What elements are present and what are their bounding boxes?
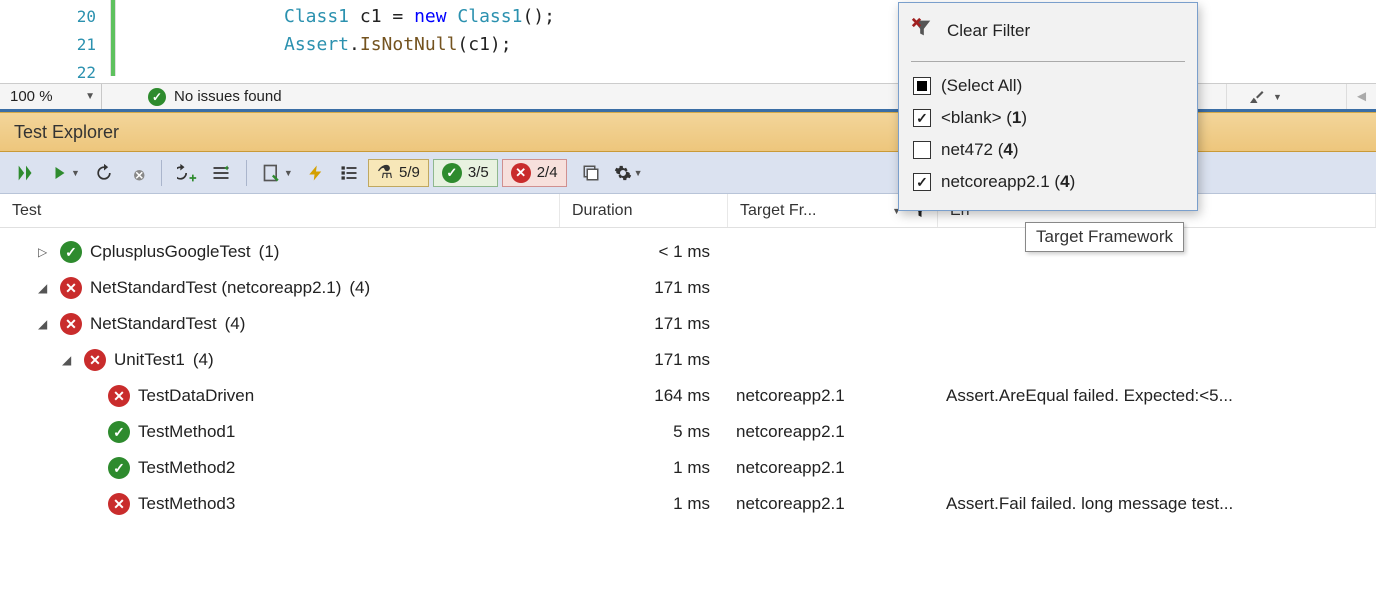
duration-cell: 1 ms xyxy=(560,486,728,522)
test-name: CplusplusGoogleTest xyxy=(90,234,251,270)
test-tree: ▷ ✓ CplusplusGoogleTest (1) < 1 ms ◢ ✕ NetStan… xyxy=(0,228,1376,522)
expand-toggle[interactable]: ◢ xyxy=(62,342,76,378)
show-in-tests-button[interactable]: ▼ xyxy=(257,158,298,188)
checkbox[interactable] xyxy=(913,77,931,95)
error-cell: Assert.Fail failed. long message test... xyxy=(938,486,1376,522)
cleanup-dropdown[interactable]: ▼ xyxy=(1226,84,1346,109)
checkbox[interactable] xyxy=(913,141,931,159)
test-row[interactable]: ◢ ✕ NetStandardTest (4) 171 ms xyxy=(0,306,1376,342)
fail-icon: ✕ xyxy=(60,313,82,335)
tooltip: Target Framework xyxy=(1025,222,1184,252)
duration-cell: < 1 ms xyxy=(560,234,728,270)
duration-cell: 171 ms xyxy=(560,270,728,306)
pass-count-pill[interactable]: ✓ 3/5 xyxy=(433,159,498,187)
fail-icon: ✕ xyxy=(60,277,82,299)
pass-icon: ✓ xyxy=(442,163,462,183)
col-test[interactable]: Test xyxy=(0,194,560,227)
test-count: (4) xyxy=(349,270,370,306)
test-name: TestMethod2 xyxy=(138,450,235,486)
test-count: (4) xyxy=(225,306,246,342)
target-cell: netcoreapp2.1 xyxy=(728,378,938,414)
test-count: (1) xyxy=(259,234,280,270)
scroll-left-icon[interactable]: ◄ xyxy=(1346,84,1376,109)
stop-button[interactable] xyxy=(123,158,151,188)
filter-label: (Select All) xyxy=(941,76,1022,96)
expand-toggle[interactable]: ▷ xyxy=(38,234,52,270)
filter-popup[interactable]: Clear Filter (Select All) <blank> (1) net4… xyxy=(898,2,1198,211)
filter-label: <blank> (1) xyxy=(941,108,1027,128)
duration-cell: 171 ms xyxy=(560,306,728,342)
pass-icon: ✓ xyxy=(108,421,130,443)
checkbox[interactable] xyxy=(913,109,931,127)
zoom-dropdown[interactable]: 100 %▼ xyxy=(0,84,102,109)
test-row[interactable]: ✕ TestDataDriven 164 msnetcoreapp2.1Assert… xyxy=(0,378,1376,414)
test-row[interactable]: ◢ ✕ UnitTest1 (4) 171 ms xyxy=(0,342,1376,378)
filter-label: netcoreapp2.1 (4) xyxy=(941,172,1075,192)
settings-button[interactable]: ▼ xyxy=(609,158,648,188)
fail-icon: ✕ xyxy=(84,349,106,371)
run-button[interactable]: ▼ xyxy=(46,158,85,188)
test-row[interactable]: ✓ TestMethod2 1 msnetcoreapp2.1 xyxy=(0,450,1376,486)
test-name: NetStandardTest xyxy=(90,306,217,342)
brush-icon xyxy=(1247,88,1265,106)
duration-cell: 171 ms xyxy=(560,342,728,378)
test-name: TestDataDriven xyxy=(138,378,254,414)
expand-toggle[interactable]: ◢ xyxy=(38,270,52,306)
duration-cell: 1 ms xyxy=(560,450,728,486)
windows-button[interactable] xyxy=(577,158,605,188)
checkbox[interactable] xyxy=(913,173,931,191)
fail-icon: ✕ xyxy=(108,493,130,515)
group-by-button[interactable] xyxy=(334,158,364,188)
profile-button[interactable] xyxy=(302,158,330,188)
fail-icon: ✕ xyxy=(511,163,531,183)
duration-cell: 164 ms xyxy=(560,378,728,414)
target-cell: netcoreapp2.1 xyxy=(728,414,938,450)
target-cell: netcoreapp2.1 xyxy=(728,486,938,522)
clear-filter-icon xyxy=(911,17,933,45)
test-row[interactable]: ◢ ✕ NetStandardTest (netcoreapp2.1) (4) 171… xyxy=(0,270,1376,306)
filter-option[interactable]: (Select All) xyxy=(913,70,1185,102)
filter-option[interactable]: net472 (4) xyxy=(913,134,1185,166)
run-all-button[interactable] xyxy=(10,158,42,188)
repeat-run-button[interactable] xyxy=(89,158,119,188)
fail-icon: ✕ xyxy=(108,385,130,407)
test-row[interactable]: ✕ TestMethod3 1 msnetcoreapp2.1Assert.Fail… xyxy=(0,486,1376,522)
target-cell: netcoreapp2.1 xyxy=(728,450,938,486)
clear-filter-button[interactable]: Clear Filter xyxy=(911,17,1185,53)
filter-option[interactable]: netcoreapp2.1 (4) xyxy=(913,166,1185,198)
total-count-pill[interactable]: ⚗ 5/9 xyxy=(368,159,429,187)
test-name: NetStandardTest (netcoreapp2.1) xyxy=(90,270,341,306)
playlist-add-button[interactable] xyxy=(172,158,202,188)
test-name: UnitTest1 xyxy=(114,342,185,378)
gear-icon xyxy=(614,164,632,182)
filter-option[interactable]: <blank> (1) xyxy=(913,102,1185,134)
test-name: TestMethod3 xyxy=(138,486,235,522)
expand-toggle[interactable]: ◢ xyxy=(38,306,52,342)
duration-cell: 5 ms xyxy=(560,414,728,450)
flask-icon: ⚗ xyxy=(377,162,393,183)
col-duration[interactable]: Duration xyxy=(560,194,728,227)
error-cell: Assert.AreEqual failed. Expected:<5... xyxy=(938,378,1376,414)
issues-status: No issues found xyxy=(174,88,282,105)
test-name: TestMethod1 xyxy=(138,414,235,450)
check-icon: ✓ xyxy=(148,88,166,106)
fail-count-pill[interactable]: ✕ 2/4 xyxy=(502,159,567,187)
test-count: (4) xyxy=(193,342,214,378)
change-margin xyxy=(110,0,116,76)
test-row[interactable]: ✓ TestMethod1 5 msnetcoreapp2.1 xyxy=(0,414,1376,450)
pass-icon: ✓ xyxy=(108,457,130,479)
code-lines[interactable]: Class1 c1 = new Class1(); Assert.IsNotNu… xyxy=(284,0,555,83)
filter-label: net472 (4) xyxy=(941,140,1019,160)
playlist-button[interactable] xyxy=(206,158,236,188)
line-numbers: 20 21 22 xyxy=(0,0,110,83)
pass-icon: ✓ xyxy=(60,241,82,263)
